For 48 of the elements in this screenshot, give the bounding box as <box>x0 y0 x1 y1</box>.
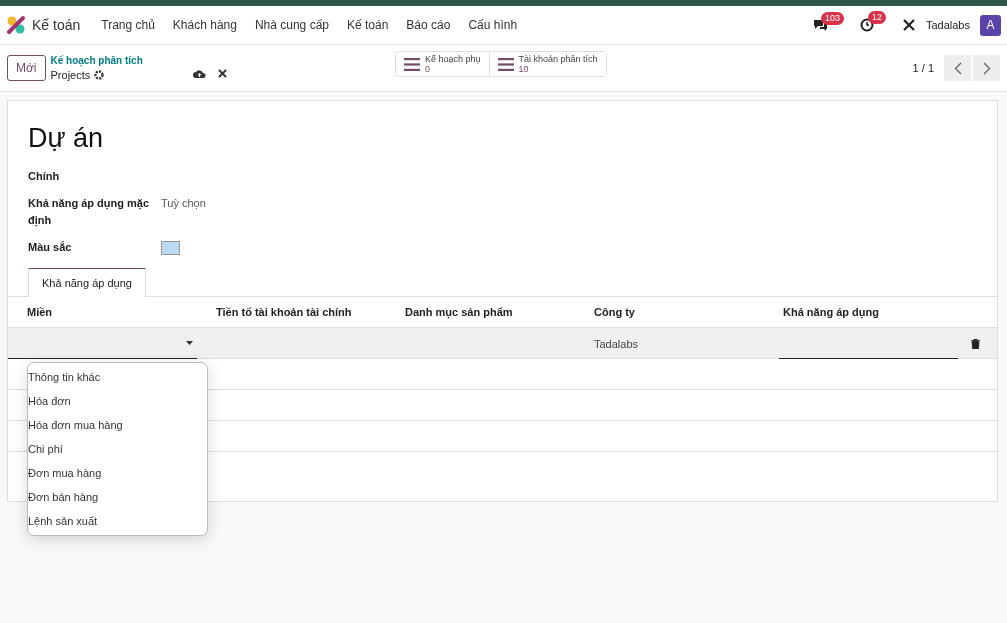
column-header[interactable]: Miền <box>8 306 197 318</box>
menu-item[interactable]: Báo cáo <box>397 18 460 32</box>
trash-icon[interactable] <box>970 338 980 349</box>
dropdown-option[interactable]: Hóa đơn mua hàng <box>28 413 207 437</box>
close-icon[interactable] <box>217 69 227 78</box>
column-header[interactable]: Công ty <box>575 306 764 318</box>
caret-icon <box>186 341 193 345</box>
cloud-upload-icon[interactable] <box>192 69 206 79</box>
list-icon <box>497 57 514 71</box>
dropdown-option[interactable]: Chi phí <box>28 437 207 461</box>
column-header[interactable]: Khả năng áp dụng <box>764 306 953 318</box>
menu-item[interactable]: Cấu hình <box>459 18 527 32</box>
record-name: Projects <box>50 68 91 82</box>
field-label: Chính <box>28 169 61 184</box>
dropdown-option[interactable]: Đơn bán hàng <box>28 485 207 509</box>
column-header[interactable]: Danh mục sản phẩm <box>386 306 575 318</box>
activities-count: 12 <box>867 11 886 24</box>
messages-count: 103 <box>820 11 844 25</box>
dropdown-option[interactable]: Lệnh sản xuất <box>28 509 207 533</box>
gear-icon[interactable] <box>94 70 105 80</box>
menu-item[interactable]: Nhà cung cấp <box>245 18 338 32</box>
chevron-left-icon <box>953 61 962 75</box>
pager-value: 1 / 1 <box>912 62 934 74</box>
clock-icon[interactable] <box>859 18 874 32</box>
chevron-right-icon <box>982 61 991 75</box>
company-name[interactable]: Tadalabs <box>925 19 970 31</box>
field-value[interactable]: Tuỳ chọn <box>161 195 997 212</box>
user-avatar[interactable]: A <box>980 14 1001 36</box>
menu-item[interactable]: Kế toán <box>338 18 398 32</box>
app-name[interactable]: Kế toán <box>32 17 81 33</box>
list-icon <box>404 57 420 71</box>
new-button[interactable]: Mới <box>7 55 46 81</box>
breadcrumb-link[interactable]: Kế hoạch phân tích <box>50 54 143 68</box>
column-header[interactable]: Tiền tố tài khoản tài chính <box>197 306 386 318</box>
table-row[interactable]: Tadalabs <box>8 328 997 359</box>
dropdown-option[interactable]: Đơn mua hàng <box>28 461 207 485</box>
dropdown-option[interactable]: Hóa đơn <box>28 389 207 413</box>
menu-item[interactable]: Trang chủ <box>92 18 164 32</box>
record-title: Dự án <box>28 123 105 154</box>
table-cell-text: Tadalabs <box>593 337 640 350</box>
smart-button[interactable]: Tài khoản phân tích 10 <box>488 52 606 76</box>
menu-item[interactable]: Khách hàng <box>163 18 246 32</box>
field-label: Màu sắc <box>28 240 73 255</box>
field-label: Khả năng áp dụng mặc định <box>28 196 150 229</box>
app-logo-icon[interactable] <box>6 15 26 35</box>
tab[interactable]: Khả năng áp dụng <box>28 268 146 297</box>
dropdown-option[interactable]: Thông tin khác <box>28 365 207 389</box>
color-swatch[interactable] <box>161 241 180 255</box>
